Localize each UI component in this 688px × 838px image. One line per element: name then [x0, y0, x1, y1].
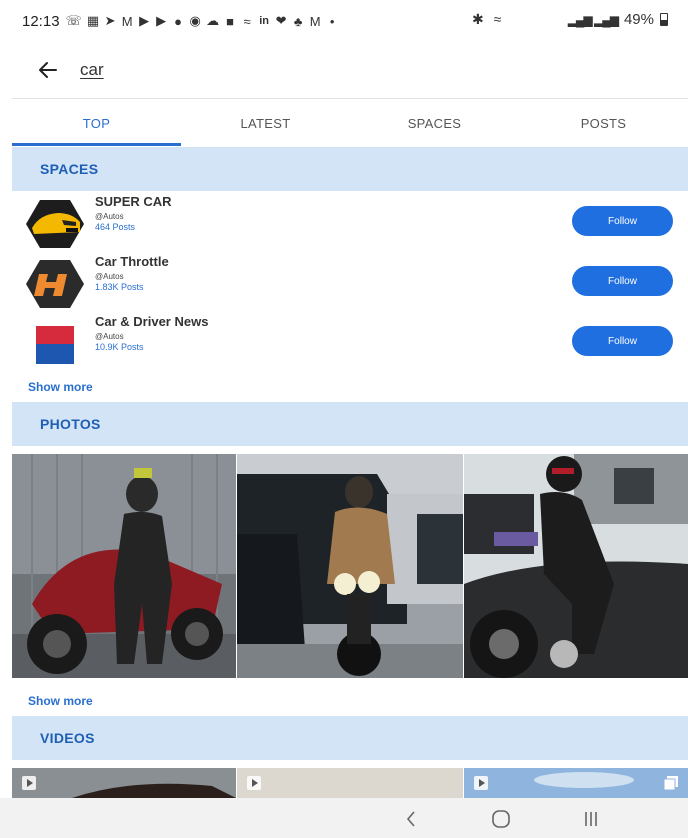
- gmail-icon: M: [121, 13, 133, 29]
- space-handle: @Autos: [95, 332, 124, 341]
- gmail-icon: M: [309, 13, 321, 29]
- status-bar: 12:13 ☏ ▦ ➤ M ▶ ▶ ● ◉ ☁ ■ ≈ in ❤ ♣ M • ✱…: [0, 0, 688, 42]
- nav-recents-button[interactable]: [576, 806, 606, 832]
- spaces-section-header: SPACES: [12, 147, 688, 191]
- telegram-icon: ➤: [104, 13, 116, 28]
- space-name: Car & Driver News: [95, 314, 209, 329]
- bluetooth-icon: ✱: [472, 11, 484, 27]
- whatsapp-icon: ☏: [65, 13, 82, 28]
- video-thumbnail[interactable]: [12, 768, 236, 798]
- video-preview-1: [12, 768, 236, 798]
- space-post-count: 10.9K Posts: [95, 342, 144, 352]
- recents-icon: [585, 812, 597, 826]
- tab-spaces[interactable]: SPACES: [350, 100, 519, 146]
- photos-section-header: PHOTOS: [12, 402, 688, 446]
- section-title: SPACES: [40, 161, 99, 177]
- pay-icon: ◉: [189, 13, 201, 28]
- motorcycle-photo-1: [12, 454, 236, 678]
- tab-top[interactable]: TOP: [12, 100, 181, 146]
- nav-back-button[interactable]: [396, 806, 426, 832]
- tab-latest[interactable]: LATEST: [181, 100, 350, 146]
- follow-button[interactable]: Follow: [572, 266, 673, 296]
- play-icon: [22, 776, 36, 790]
- system-indicators: ▂▄▆ ▂▄▆ 49%: [568, 11, 668, 28]
- space-post-count: 464 Posts: [95, 222, 136, 232]
- photo-thumbnail[interactable]: [464, 454, 688, 678]
- linkedin-icon: in: [259, 15, 269, 27]
- battery-icon: [660, 13, 668, 26]
- space-avatar-car-driver: [36, 326, 74, 364]
- notification-icons: ☏ ▦ ➤ M ▶ ▶ ● ◉ ☁ ■ ≈ in ❤ ♣ M •: [66, 13, 339, 29]
- video-preview-3: [464, 768, 688, 798]
- space-handle: @Autos: [95, 272, 124, 281]
- signal-icon: ▂▄▆ ▂▄▆: [567, 12, 619, 27]
- app-icon: ■: [226, 13, 235, 29]
- search-header: car: [0, 42, 688, 98]
- twitter-icon: ❤: [275, 13, 287, 28]
- cloud-icon: ☁: [206, 13, 220, 28]
- space-row[interactable]: Car Throttle @Autos 1.83K Posts Follow: [12, 252, 688, 312]
- nav-home-button[interactable]: [486, 806, 516, 832]
- space-name: Car Throttle: [95, 254, 169, 269]
- motorcycle-photo-3: [464, 454, 688, 678]
- status-time: 12:13: [22, 12, 60, 30]
- spaces-show-more[interactable]: Show more: [28, 380, 93, 394]
- section-title: VIDEOS: [40, 730, 95, 746]
- youtube-icon: ▶: [139, 13, 150, 28]
- tab-posts[interactable]: POSTS: [519, 100, 688, 146]
- connectivity-icons: ✱ ≈: [472, 11, 501, 28]
- play-icon: [247, 776, 261, 790]
- chevron-left-icon: [406, 811, 415, 827]
- space-post-count: 1.83K Posts: [95, 282, 144, 292]
- app-icon: ♣: [293, 13, 303, 29]
- photos-show-more[interactable]: Show more: [28, 694, 93, 708]
- system-nav-bar: [0, 798, 688, 838]
- header-divider: [12, 98, 688, 99]
- more-dot-icon: •: [329, 13, 335, 29]
- photo-thumbnail[interactable]: [237, 454, 463, 678]
- space-info: Car Throttle @Autos 1.83K Posts: [95, 254, 169, 292]
- video-thumbnail[interactable]: [237, 768, 463, 798]
- browser-icon: ●: [174, 13, 183, 29]
- wifi-icon: ≈: [493, 11, 502, 27]
- section-title: PHOTOS: [40, 416, 101, 432]
- arrow-left-icon: [39, 62, 57, 78]
- space-info: SUPER CAR @Autos 464 Posts: [95, 194, 172, 232]
- search-query[interactable]: car: [80, 60, 104, 80]
- home-circle-icon: [492, 810, 510, 828]
- play-icon: [474, 776, 488, 790]
- photos-icon: ≈: [243, 13, 251, 29]
- space-handle: @Autos: [95, 212, 124, 221]
- space-avatar-super-car: [26, 200, 84, 248]
- battery-level: 49%: [623, 11, 654, 28]
- back-button[interactable]: [28, 50, 68, 90]
- news-icon: ▦: [86, 13, 100, 28]
- motorcycle-photo-2: [237, 454, 463, 678]
- follow-button[interactable]: Follow: [572, 206, 673, 236]
- space-info: Car & Driver News @Autos 10.9K Posts: [95, 314, 208, 352]
- space-row[interactable]: Car & Driver News @Autos 10.9K Posts Fol…: [12, 312, 688, 372]
- space-name: SUPER CAR: [95, 194, 172, 209]
- space-row[interactable]: SUPER CAR @Autos 464 Posts Follow: [12, 192, 688, 252]
- follow-button[interactable]: Follow: [572, 326, 673, 356]
- videos-section-header: VIDEOS: [12, 716, 688, 760]
- photo-thumbnail[interactable]: [12, 454, 236, 678]
- tab-bar: TOP LATEST SPACES POSTS: [12, 100, 688, 146]
- video-thumbnail[interactable]: [464, 768, 688, 798]
- youtube-icon: ▶: [156, 13, 167, 28]
- multi-media-icon: [664, 776, 678, 790]
- space-avatar-car-throttle: [26, 260, 84, 308]
